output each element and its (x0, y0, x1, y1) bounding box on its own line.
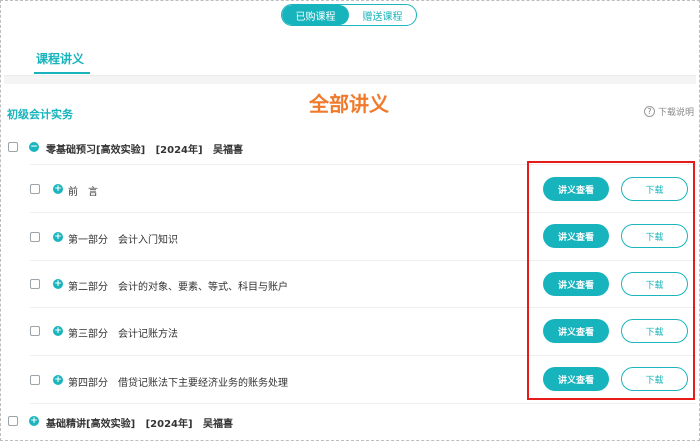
annotation-label: 全部讲义 (309, 92, 389, 116)
chapter-checkbox[interactable] (30, 326, 40, 336)
group-title: 零基础预习[高效实验] [2024年] 吴福喜 (46, 141, 243, 156)
expand-icon[interactable]: + (53, 375, 63, 385)
collapse-icon[interactable]: − (29, 142, 39, 152)
chapter-checkbox[interactable] (30, 375, 40, 385)
section-separator (4, 76, 696, 84)
expand-icon[interactable]: + (53, 184, 63, 194)
purchased-courses-tab[interactable]: 已购课程 (282, 5, 349, 25)
group-checkbox[interactable] (8, 142, 18, 152)
highlight-box (527, 161, 695, 400)
group-teacher: 吴福喜 (203, 419, 234, 430)
tab-bar: 课程讲义 (4, 40, 696, 76)
subject-title: 初级会计实务 (7, 108, 73, 121)
chapter-checkbox[interactable] (30, 232, 40, 242)
chapter-title: 第四部分 借贷记账法下主要经济业务的账务处理 (68, 378, 288, 389)
chapter-checkbox[interactable] (30, 184, 40, 194)
group-name: 零基础预习[高效实验] (46, 145, 146, 156)
chapter-checkbox[interactable] (30, 279, 40, 289)
course-type-toggle: 已购课程 赠送课程 (281, 4, 417, 26)
active-tab-underline (34, 72, 90, 74)
group-year: [2024年] (145, 419, 193, 430)
expand-icon[interactable]: + (29, 416, 39, 426)
gifted-courses-tab[interactable]: 赠送课程 (349, 5, 416, 25)
question-icon: ? (644, 106, 655, 117)
group-year: [2024年] (155, 145, 203, 156)
download-help-label: 下载说明 (658, 108, 695, 118)
expand-icon[interactable]: + (53, 232, 63, 242)
group-name: 基础精讲[高效实验] (46, 419, 136, 430)
group-title: 基础精讲[高效实验] [2024年] 吴福喜 (46, 415, 233, 430)
group-checkbox[interactable] (8, 416, 18, 426)
download-help-link[interactable]: ? 下载说明 (644, 105, 694, 118)
chapter-title: 第一部分 会计入门知识 (68, 235, 178, 246)
expand-icon[interactable]: + (53, 326, 63, 336)
chapter-title: 前 言 (68, 187, 98, 198)
group-teacher: 吴福喜 (213, 145, 244, 156)
expand-icon[interactable]: + (53, 279, 63, 289)
row-divider (30, 403, 696, 404)
chapter-title: 第二部分 会计的对象、要素、等式、科目与账户 (68, 282, 288, 293)
tab-course-handouts[interactable]: 课程讲义 (36, 50, 84, 67)
chapter-title: 第三部分 会计记账方法 (68, 329, 178, 340)
